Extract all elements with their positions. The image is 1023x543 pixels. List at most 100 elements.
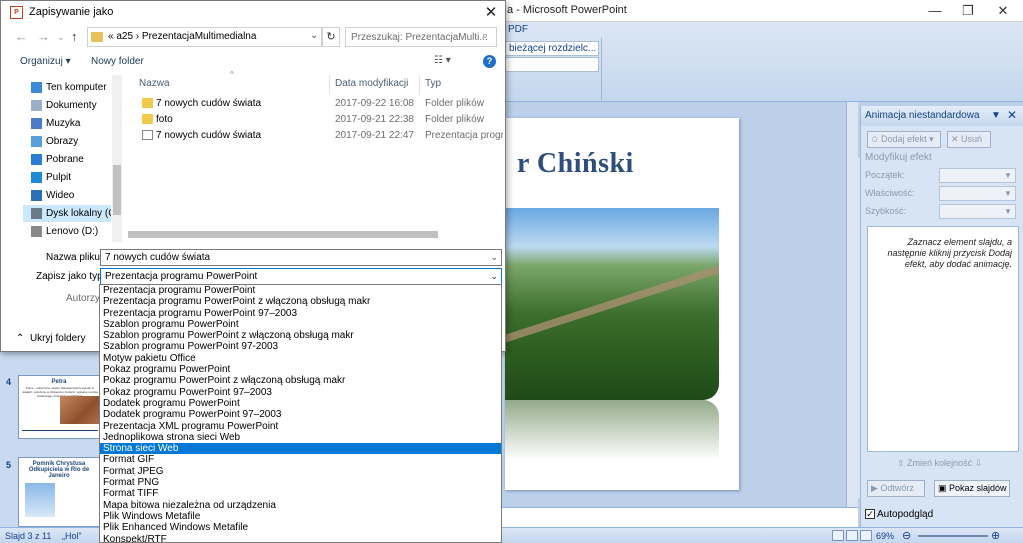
normal-view-icon[interactable] bbox=[832, 530, 844, 541]
zoom-in-icon[interactable]: ⊕ bbox=[991, 529, 1000, 542]
taskpane-scrollbar[interactable] bbox=[850, 158, 860, 498]
column-separator bbox=[329, 75, 330, 95]
status-slide-count: Slajd 3 z 11 bbox=[5, 531, 52, 541]
filetype-option[interactable]: Szablon programu PowerPoint 97-2003 bbox=[100, 341, 501, 352]
filetype-select[interactable]: Prezentacja programu PowerPoint ⌄ bbox=[100, 268, 502, 285]
back-arrow-icon[interactable]: ← bbox=[15, 29, 28, 44]
slideshow-view-icon[interactable] bbox=[860, 530, 872, 541]
nav-item[interactable]: Ten komputer bbox=[23, 79, 111, 96]
slides-pane[interactable]: 4 Petra Petra – starożytne miasto Nabate… bbox=[0, 355, 100, 527]
window-close-icon[interactable]: ✕ bbox=[988, 2, 1018, 20]
start-label: Początek: bbox=[865, 170, 905, 180]
slide-canvas[interactable]: r Chiński bbox=[505, 118, 739, 490]
chevron-down-icon[interactable]: ⌄ bbox=[490, 269, 498, 284]
filename-input[interactable]: 7 nowych cudów świata ⌄ bbox=[100, 249, 502, 266]
filetype-option[interactable]: Pokaz programu PowerPoint 97–2003 bbox=[100, 387, 501, 398]
property-select[interactable]: ▼ bbox=[939, 186, 1016, 201]
slide-thumbnail-5[interactable]: Pomnik Chrystusa Odkupiciela w Rio de Ja… bbox=[18, 457, 100, 527]
filetype-option[interactable]: Format TIFF bbox=[100, 488, 501, 499]
search-input[interactable]: Przeszukaj: PrezentacjaMulti... ⌕ bbox=[345, 27, 497, 47]
filetype-option[interactable]: Format JPEG bbox=[100, 466, 501, 477]
column-date[interactable]: Data modyfikacji bbox=[335, 78, 408, 89]
filetype-option[interactable]: Pokaz programu PowerPoint z włączoną obs… bbox=[100, 375, 501, 386]
organize-button[interactable]: Organizuj ▾ bbox=[20, 56, 71, 67]
address-bar[interactable]: « a25 › PrezentacjaMultimedialna ⌄ bbox=[87, 27, 322, 47]
horizontal-scrollbar[interactable] bbox=[123, 227, 505, 241]
slide-thumbnail-4[interactable]: Petra Petra – starożytne miasto Nabatejc… bbox=[18, 375, 100, 439]
help-icon[interactable]: ? bbox=[483, 55, 496, 68]
file-row[interactable]: 7 nowych cudów świata 2017-09-22 16:08 Fol… bbox=[137, 96, 497, 112]
refresh-icon[interactable]: ↻ bbox=[322, 27, 340, 47]
status-theme: „Hol” bbox=[62, 531, 82, 541]
dialog-close-icon[interactable]: ✕ bbox=[479, 3, 503, 23]
column-name[interactable]: Nazwa bbox=[139, 78, 170, 89]
filetype-option[interactable]: Format GIF bbox=[100, 454, 501, 465]
zoom-out-icon[interactable]: ⊖ bbox=[902, 529, 911, 542]
filetype-option[interactable]: Szablon programu PowerPoint z włączoną o… bbox=[100, 330, 501, 341]
recent-chevron-icon[interactable]: ⌄ bbox=[57, 32, 65, 43]
resolution-combo[interactable]: bieżącej rozdzielc... bbox=[505, 41, 599, 56]
filetype-dropdown-list[interactable]: Prezentacja programu PowerPoint Prezentac… bbox=[99, 284, 502, 543]
zoom-level[interactable]: 69% bbox=[876, 531, 894, 541]
taskpane-close-icon[interactable]: ✕ bbox=[1007, 108, 1017, 122]
hide-folders-button[interactable]: ⌃ Ukryj foldery bbox=[16, 333, 86, 344]
nav-item[interactable]: Obrazy bbox=[23, 133, 111, 150]
dialog-titlebar[interactable]: P Zapisywanie jako ✕ bbox=[1, 1, 505, 25]
great-wall-photo[interactable] bbox=[505, 208, 719, 400]
search-icon[interactable]: ⌕ bbox=[482, 30, 488, 43]
nav-item[interactable]: Dokumenty bbox=[23, 97, 111, 114]
nav-item[interactable]: Pulpit bbox=[23, 169, 111, 186]
nav-scrollbar[interactable] bbox=[112, 75, 122, 242]
file-row[interactable]: foto 2017-09-21 22:38 Folder plików bbox=[137, 112, 497, 128]
new-folder-button[interactable]: Nowy folder bbox=[91, 56, 144, 67]
scroll-thumb[interactable] bbox=[128, 231, 438, 238]
filetype-option[interactable]: Plik Windows Metafile bbox=[100, 511, 501, 522]
filetype-option[interactable]: Format PNG bbox=[100, 477, 501, 488]
filetype-option[interactable]: Mapa bitowa niezależna od urządzenia bbox=[100, 500, 501, 511]
file-row[interactable]: 7 nowych cudów świata 2017-09-21 22:47 Pre… bbox=[137, 128, 503, 144]
slideshow-button[interactable]: ▣ Pokaz slajdów bbox=[934, 480, 1010, 497]
nav-item[interactable]: Dysk lokalny (C:) bbox=[23, 205, 111, 222]
nav-item[interactable]: Wideo bbox=[23, 187, 111, 204]
filetype-option[interactable]: Prezentacja programu PowerPoint bbox=[100, 285, 501, 296]
column-type[interactable]: Typ bbox=[425, 78, 441, 89]
zoom-slider[interactable] bbox=[918, 535, 988, 537]
minimize-icon[interactable]: — bbox=[920, 2, 950, 20]
animation-list[interactable]: Zaznacz element slajdu, a następnie klik… bbox=[867, 226, 1019, 452]
scroll-thumb[interactable] bbox=[113, 165, 121, 215]
remove-button[interactable]: ✕ Usuń bbox=[947, 131, 991, 148]
start-select[interactable]: ▼ bbox=[939, 168, 1016, 183]
filetype-option[interactable]: Dodatek programu PowerPoint 97–2003 bbox=[100, 409, 501, 420]
filetype-option[interactable]: Konspekt/RTF bbox=[100, 534, 501, 542]
speed-select[interactable]: ▼ bbox=[939, 204, 1016, 219]
ribbon-combo-empty[interactable] bbox=[505, 57, 599, 72]
chevron-down-icon[interactable]: ⌄ bbox=[490, 250, 498, 265]
play-button[interactable]: ▶ Odtwórz bbox=[867, 480, 925, 497]
taskpane-dropdown-icon[interactable]: ▼ bbox=[991, 110, 1001, 121]
filetype-option[interactable]: Jednoplikowa strona sieci Web bbox=[100, 432, 501, 443]
filetype-option[interactable]: Dodatek programu PowerPoint bbox=[100, 398, 501, 409]
slide-title[interactable]: r Chiński bbox=[517, 148, 634, 180]
nav-item[interactable]: Pobrane bbox=[23, 151, 111, 168]
filetype-option[interactable]: Motyw pakietu Office bbox=[100, 353, 501, 364]
filetype-option[interactable]: Szablon programu PowerPoint bbox=[100, 319, 501, 330]
add-effect-button[interactable]: ✩ Dodaj efekt ▾ bbox=[867, 131, 941, 148]
nav-item[interactable]: Lenovo (D:) bbox=[23, 223, 111, 240]
filetype-option[interactable]: Pokaz programu PowerPoint bbox=[100, 364, 501, 375]
nav-item[interactable]: Muzyka bbox=[23, 115, 111, 132]
autopreview-checkbox[interactable]: ✓ Autopodgląd bbox=[865, 509, 933, 520]
filetype-option[interactable]: Plik Enhanced Windows Metafile bbox=[100, 522, 501, 533]
address-dropdown-icon[interactable]: ⌄ bbox=[310, 30, 318, 41]
filetype-option[interactable]: Prezentacja programu PowerPoint 97–2003 bbox=[100, 308, 501, 319]
filetype-option[interactable]: Prezentacja programu PowerPoint z włączo… bbox=[100, 296, 501, 307]
up-arrow-icon[interactable]: ↑ bbox=[71, 29, 78, 44]
filetype-option[interactable]: Strona sieci Web bbox=[100, 443, 501, 455]
restore-icon[interactable]: ❐ bbox=[953, 2, 983, 20]
filetype-option[interactable]: Prezentacja XML programu PowerPoint bbox=[100, 421, 501, 432]
view-options-icon[interactable]: ☷ ▾ bbox=[434, 55, 451, 66]
forward-arrow-icon[interactable]: → bbox=[37, 29, 50, 44]
ribbon-tab-pdf[interactable]: PDF bbox=[505, 22, 531, 37]
sorter-view-icon[interactable] bbox=[846, 530, 858, 541]
slideshow-label: Pokaz slajdów bbox=[949, 483, 1007, 493]
reorder-control[interactable]: ⇧ Zmień kolejność ⇩ bbox=[897, 458, 982, 469]
